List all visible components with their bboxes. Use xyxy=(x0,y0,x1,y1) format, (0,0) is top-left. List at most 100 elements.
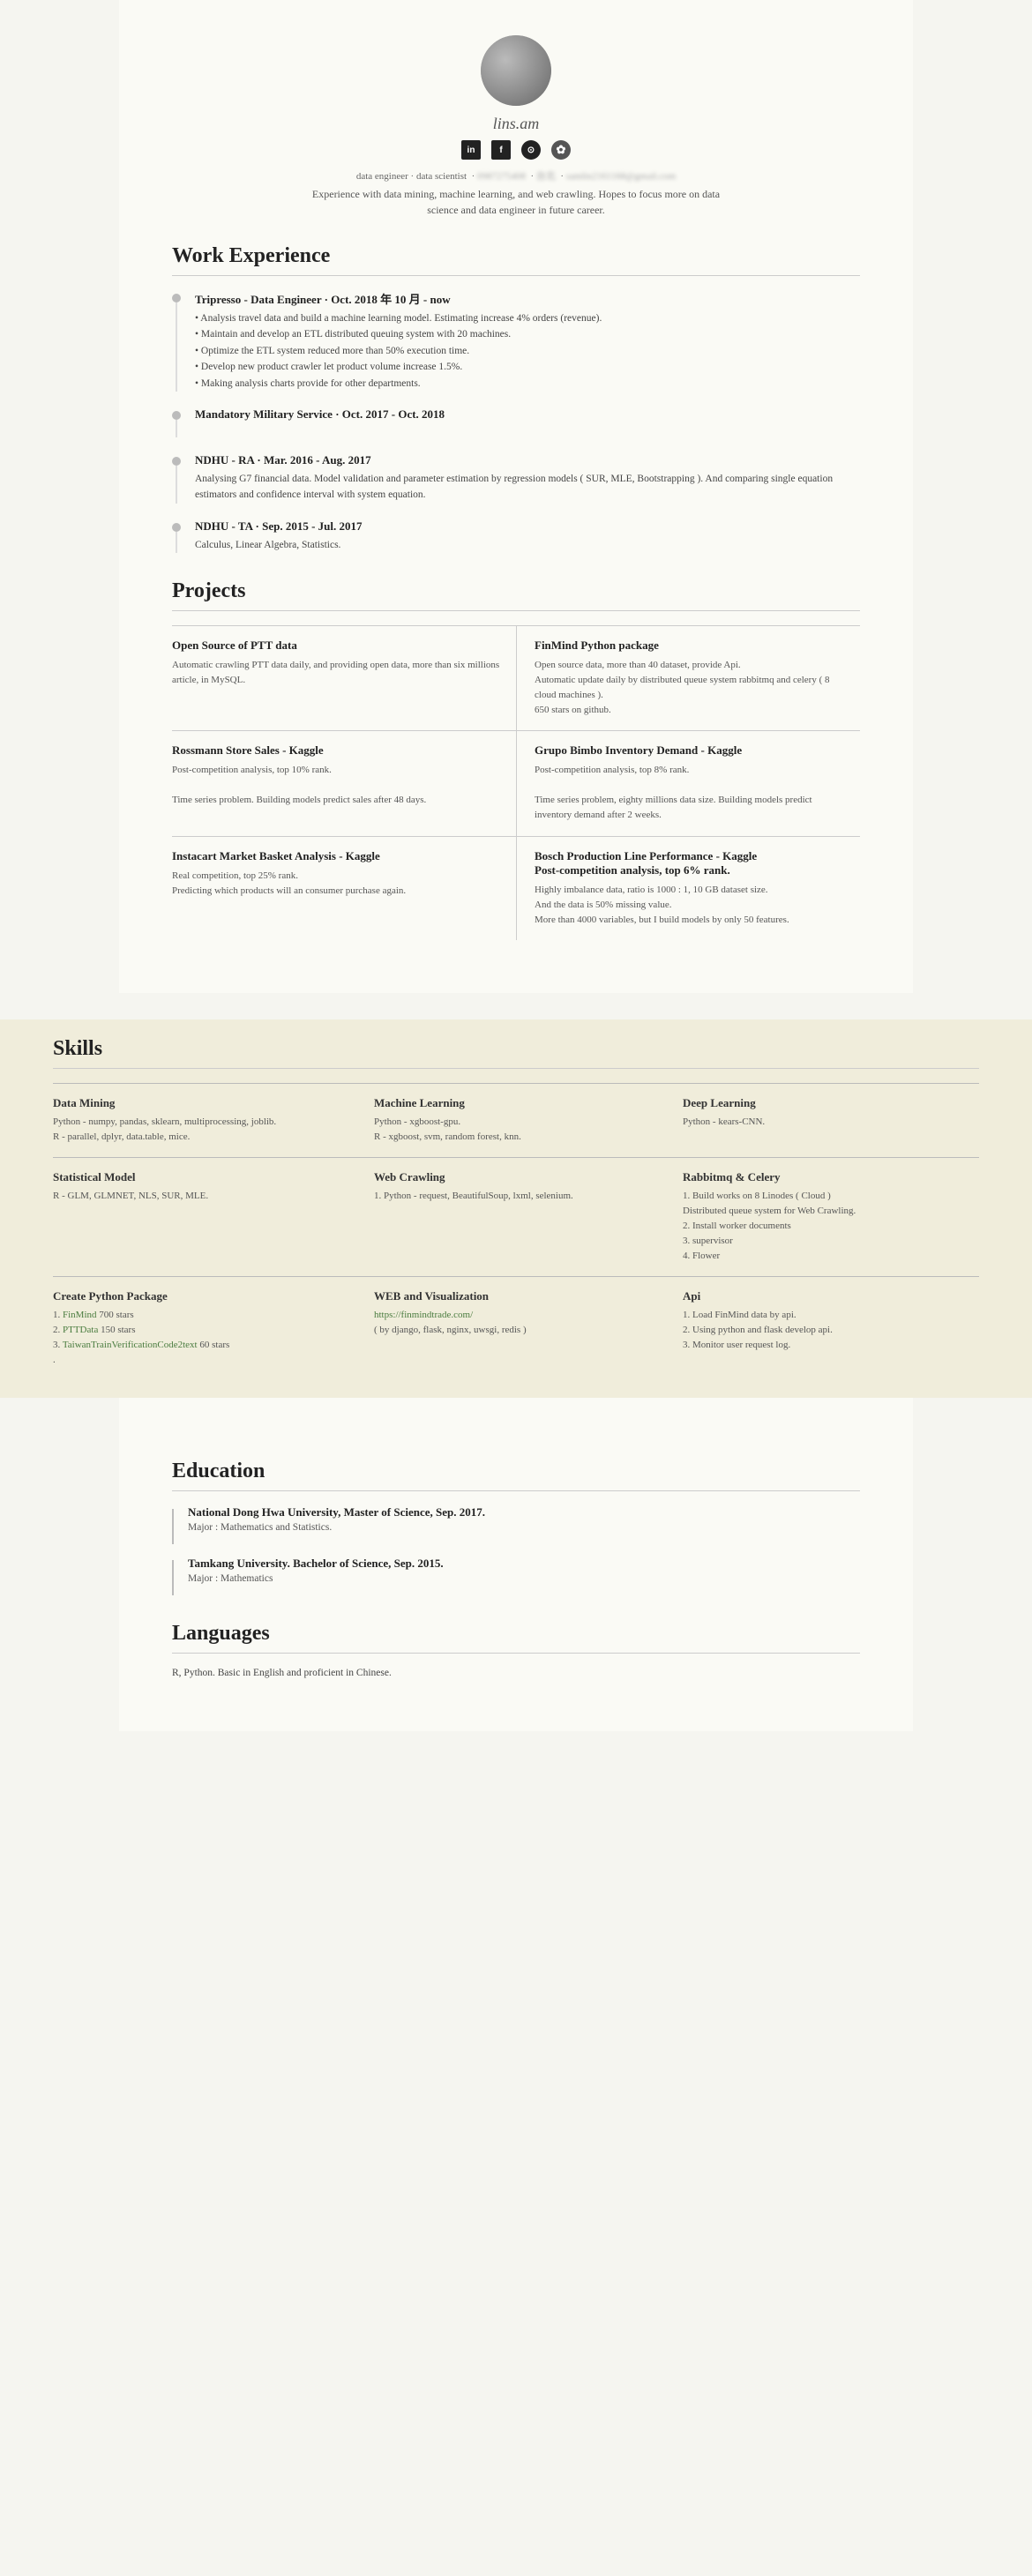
skill-item: Web Crawling 1. Python - request, Beauti… xyxy=(362,1157,670,1276)
finmind-url-link[interactable]: https://finmindtrade.com/ xyxy=(374,1310,473,1320)
skill-item: Machine Learning Python - xgboost-gpu. R… xyxy=(362,1083,670,1157)
skill-desc: Python - numpy, pandas, sklearn, multipr… xyxy=(53,1115,349,1145)
project-desc: Highly imbalance data, ratio is 1000 : 1… xyxy=(535,883,848,928)
skill-desc: Python - xgboost-gpu. R - xgboost, svm, … xyxy=(374,1115,658,1145)
skills-section: Skills Data Mining Python - numpy, panda… xyxy=(0,1019,1032,1399)
edu-item: National Dong Hwa University, Master of … xyxy=(172,1505,860,1544)
facebook-icon[interactable]: f xyxy=(491,140,511,160)
timeline-dot xyxy=(172,411,181,420)
timeline xyxy=(172,457,181,504)
github-icon[interactable]: ⊙ xyxy=(521,140,541,160)
edu-desc: Major : Mathematics and Statistics. xyxy=(188,1522,860,1533)
languages-desc: R, Python. Basic in English and proficie… xyxy=(172,1668,860,1678)
edu-desc: Major : Mathematics xyxy=(188,1573,860,1584)
skill-item: Statistical Model R - GLM, GLMNET, NLS, … xyxy=(53,1157,362,1276)
education-section: Education National Dong Hwa University, … xyxy=(172,1460,860,1595)
finmind-link[interactable]: FinMind xyxy=(63,1310,97,1320)
work-divider xyxy=(172,275,860,276)
skill-item: Create Python Package 1. FinMind 700 sta… xyxy=(53,1276,362,1380)
work-item: NDHU - RA · Mar. 2016 - Aug. 2017 Analys… xyxy=(172,453,860,504)
timeline-line xyxy=(176,532,177,553)
timeline-dot xyxy=(172,457,181,466)
contact-line: data engineer · data scientist · 0987275… xyxy=(172,168,860,183)
project-item: FinMind Python package Open source data,… xyxy=(516,625,860,730)
work-content: Tripresso - Data Engineer · Oct. 2018 年 … xyxy=(195,290,860,392)
project-name: Grupo Bimbo Inventory Demand - Kaggle xyxy=(535,743,848,758)
avatar xyxy=(481,35,551,106)
skill-name: Deep Learning xyxy=(683,1096,967,1110)
skill-desc: 1. FinMind 700 stars 2. PTTData 150 star… xyxy=(53,1308,349,1368)
work-content: Mandatory Military Service · Oct. 2017 -… xyxy=(195,407,860,437)
edu-content: Tamkang University. Bachelor of Science,… xyxy=(188,1557,860,1595)
edu-title: National Dong Hwa University, Master of … xyxy=(188,1505,860,1519)
project-name: Instacart Market Basket Analysis - Kaggl… xyxy=(172,849,504,863)
project-item: Open Source of PTT data Automatic crawli… xyxy=(172,625,516,730)
skill-desc: https://finmindtrade.com/ ( by django, f… xyxy=(374,1308,658,1338)
timeline xyxy=(172,294,181,392)
projects-section: Projects Open Source of PTT data Automat… xyxy=(172,579,860,940)
location-blurred: 台北 xyxy=(536,168,556,183)
project-desc: Real competition, top 25% rank. Predicti… xyxy=(172,869,504,899)
timeline-dot xyxy=(172,294,181,302)
edu-title: Tamkang University. Bachelor of Science,… xyxy=(188,1557,860,1571)
skill-desc: Python - kears-CNN. xyxy=(683,1115,967,1130)
project-desc: Open source data, more than 40 dataset, … xyxy=(535,658,848,718)
education-divider xyxy=(172,1490,860,1491)
skill-name: Rabbitmq & Celery xyxy=(683,1170,967,1184)
work-title: Tripresso - Data Engineer · Oct. 2018 年 … xyxy=(195,290,860,307)
project-name: Rossmann Store Sales - Kaggle xyxy=(172,743,504,758)
taiwan-link[interactable]: TaiwanTrainVerificationCode2text xyxy=(63,1340,198,1350)
work-content: NDHU - TA · Sep. 2015 - Jul. 2017 Calcul… xyxy=(195,519,860,553)
projects-grid: Open Source of PTT data Automatic crawli… xyxy=(172,625,860,940)
skill-desc: 1. Build works on 8 Linodes ( Cloud ) Di… xyxy=(683,1189,967,1264)
timeline xyxy=(172,411,181,437)
project-item: Bosch Production Line Performance - Kagg… xyxy=(516,836,860,940)
project-item: Instacart Market Basket Analysis - Kaggl… xyxy=(172,836,516,940)
education-title: Education xyxy=(172,1460,860,1483)
skill-name: Data Mining xyxy=(53,1096,349,1110)
project-desc: Post-competition analysis, top 8% rank. … xyxy=(535,763,848,823)
work-experience-title: Work Experience xyxy=(172,244,860,268)
work-title: NDHU - RA · Mar. 2016 - Aug. 2017 xyxy=(195,453,860,467)
work-title: NDHU - TA · Sep. 2015 - Jul. 2017 xyxy=(195,519,860,534)
project-item: Grupo Bimbo Inventory Demand - Kaggle Po… xyxy=(516,730,860,835)
skills-divider xyxy=(53,1068,979,1069)
skill-name: Create Python Package xyxy=(53,1289,349,1303)
work-content: NDHU - RA · Mar. 2016 - Aug. 2017 Analys… xyxy=(195,453,860,504)
work-item: Mandatory Military Service · Oct. 2017 -… xyxy=(172,407,860,437)
skill-item: Deep Learning Python - kears-CNN. xyxy=(670,1083,979,1157)
skill-item: Rabbitmq & Celery 1. Build works on 8 Li… xyxy=(670,1157,979,1276)
work-item: NDHU - TA · Sep. 2015 - Jul. 2017 Calcul… xyxy=(172,519,860,553)
edu-line xyxy=(172,1560,174,1595)
skill-name: Web Crawling xyxy=(374,1170,658,1184)
edu-item: Tamkang University. Bachelor of Science,… xyxy=(172,1557,860,1595)
skill-name: WEB and Visualization xyxy=(374,1289,658,1303)
skill-desc: 1. Load FinMind data by api. 2. Using py… xyxy=(683,1308,967,1353)
timeline-dot xyxy=(172,523,181,532)
project-desc: Automatic crawling PTT data daily, and p… xyxy=(172,658,504,688)
timeline-line xyxy=(176,466,177,504)
languages-divider xyxy=(172,1653,860,1654)
pttdata-link[interactable]: PTTData xyxy=(63,1325,98,1335)
projects-title: Projects xyxy=(172,579,860,603)
project-desc: Post-competition analysis, top 10% rank.… xyxy=(172,763,504,808)
projects-divider xyxy=(172,610,860,611)
tagline: Experience with data mining, machine lea… xyxy=(172,186,860,218)
web-icon[interactable]: ✿ xyxy=(551,140,571,160)
languages-title: Languages xyxy=(172,1622,860,1646)
project-name: Bosch Production Line Performance - Kagg… xyxy=(535,849,848,877)
user-name: lins.am xyxy=(172,115,860,133)
project-name: Open Source of PTT data xyxy=(172,638,504,653)
timeline-line xyxy=(176,420,177,437)
work-experience-section: Work Experience Tripresso - Data Enginee… xyxy=(172,244,860,553)
skill-name: Machine Learning xyxy=(374,1096,658,1110)
edu-content: National Dong Hwa University, Master of … xyxy=(188,1505,860,1544)
resume-header: lins.am in f ⊙ ✿ data engineer · data sc… xyxy=(172,35,860,218)
phone-blurred: 0987275408 xyxy=(477,171,526,182)
skill-item: Data Mining Python - numpy, pandas, skle… xyxy=(53,1083,362,1157)
edu-line xyxy=(172,1509,174,1544)
work-title: Mandatory Military Service · Oct. 2017 -… xyxy=(195,407,860,422)
linkedin-icon[interactable]: in xyxy=(461,140,481,160)
timeline-line xyxy=(176,302,177,392)
project-name: FinMind Python package xyxy=(535,638,848,653)
